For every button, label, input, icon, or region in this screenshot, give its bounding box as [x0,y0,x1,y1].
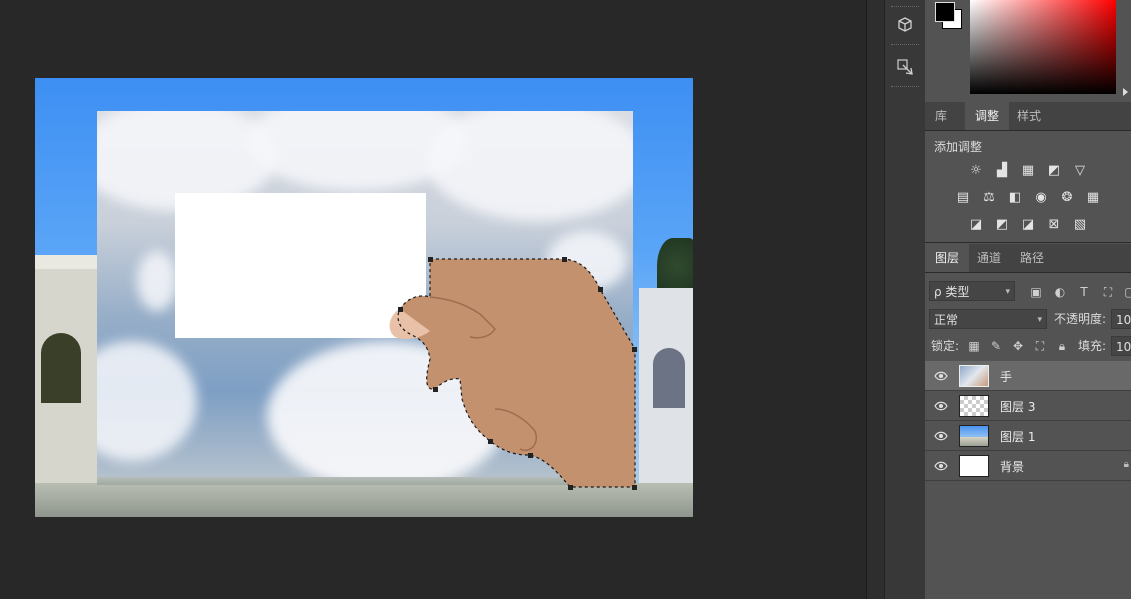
ground [35,483,693,517]
filter-type-icon[interactable]: T [1077,285,1091,299]
adjustments-row-3: ◪ ◩ ◪ ⊠ ▧ [925,215,1131,233]
filter-pixel-icon[interactable]: ▣ [1029,285,1043,299]
chevron-down-icon: ▾ [1037,315,1042,325]
levels-icon[interactable]: ▟ [993,161,1011,179]
layer-filter-label: ρ 类型 [934,285,970,299]
lock-icon: 🔒︎ [1123,459,1129,470]
fill-value: 100 [1116,340,1131,354]
dock-divider [891,44,919,47]
tab-channels[interactable]: 通道 [967,244,1011,272]
blend-mode-value: 正常 [934,313,959,327]
opacity-value: 100 [1116,313,1131,327]
color-panel [925,0,1131,102]
building-left [35,255,97,493]
adjustments-title: 添加调整 [934,140,983,154]
tab-styles[interactable]: 样式 [1007,102,1051,130]
threshold-icon[interactable]: ◪ [1019,215,1037,233]
hand-cutout [380,257,637,490]
layer-row[interactable]: 图层 3 [925,391,1131,421]
building-right [639,288,693,488]
lock-all-icon[interactable]: 🔒︎ [1055,339,1069,353]
workspace[interactable] [0,0,866,599]
right-panel: 库 调整 样式 添加调整 ☼ ▟ ▦ ◩ ▽ ▤ ⚖ ◧ ◉ ❂ ▦ ◪ ◩ ◪… [925,0,1131,599]
filter-smart-object-icon[interactable]: ▢ [1123,285,1131,299]
vibrance-icon[interactable]: ▽ [1071,161,1089,179]
lock-transparent-icon[interactable]: ▦ [967,339,981,353]
tab-paths[interactable]: 路径 [1010,244,1054,272]
exposure-icon[interactable]: ◩ [1045,161,1063,179]
curves-icon[interactable]: ▦ [1019,161,1037,179]
black-white-icon[interactable]: ◧ [1006,188,1024,206]
lock-label: 锁定: [931,339,960,353]
eye-icon[interactable] [934,399,948,413]
panel-dock [884,0,926,599]
layer-name: 图层 1 [1000,430,1036,444]
layer-thumbnail [959,455,989,477]
layers-tabbar: 图层 通道 路径 [925,244,1131,273]
eye-icon[interactable] [934,369,948,383]
collapsed-panel-strip [866,0,885,599]
layer-name: 手 [1000,370,1013,384]
document-canvas[interactable] [35,78,693,517]
filter-shape-icon[interactable]: ⛶ [1101,285,1115,299]
lock-image-icon[interactable]: ✎ [989,339,1003,353]
color-picker-field[interactable] [970,0,1116,94]
layer-row[interactable]: 背景 🔒︎ [925,451,1131,481]
layer-thumbnail [959,395,989,417]
3d-cube-icon[interactable] [891,12,919,38]
filter-adjustment-icon[interactable]: ◐ [1053,285,1067,299]
gradient-map-icon[interactable]: ▧ [1071,215,1089,233]
layer-name: 背景 [1000,460,1025,474]
layer-row[interactable]: 图层 1 [925,421,1131,451]
layer-name: 图层 3 [1000,400,1036,414]
layer-thumbnail [959,365,989,387]
channel-mixer-icon[interactable]: ❂ [1058,188,1076,206]
foreground-color-swatch[interactable] [935,2,955,22]
dock-divider [891,6,919,9]
adjustments-panel: 添加调整 ☼ ▟ ▦ ◩ ▽ ▤ ⚖ ◧ ◉ ❂ ▦ ◪ ◩ ◪ ⊠ ▧ [925,131,1131,243]
blend-mode-dropdown[interactable]: 正常 ▾ [929,309,1047,329]
hue-saturation-icon[interactable]: ▤ [954,188,972,206]
posterize-icon[interactable]: ◩ [993,215,1011,233]
color-lookup-icon[interactable]: ▦ [1084,188,1102,206]
adjustments-row-1: ☼ ▟ ▦ ◩ ▽ [925,161,1131,179]
fill-label: 填充: [1078,339,1107,353]
layers-panel: ρ 类型 ▾ ▣ ◐ T ⛶ ▢ 正常 ▾ 不透明度: 100 锁定: ▦ ✎ … [925,273,1131,599]
eye-icon[interactable] [934,459,948,473]
tab-library[interactable]: 库 [925,102,957,130]
tab-layers[interactable]: 图层 [925,244,970,272]
dock-divider [891,86,919,89]
lock-artboard-icon[interactable]: ⛶ [1033,339,1047,353]
color-balance-icon[interactable]: ⚖ [980,188,998,206]
hue-slider-handle-icon[interactable] [1123,88,1128,96]
photo-filter-icon[interactable]: ◉ [1032,188,1050,206]
layer-row[interactable]: 手 [925,361,1131,391]
tab-adjustments[interactable]: 调整 [965,102,1010,130]
opacity-field[interactable]: 100 [1111,309,1131,329]
chevron-down-icon: ▾ [1005,287,1010,297]
layer-thumbnail [959,425,989,447]
lock-position-icon[interactable]: ✥ [1011,339,1025,353]
brush-presets-icon[interactable] [891,54,919,80]
adjustments-row-2: ▤ ⚖ ◧ ◉ ❂ ▦ [925,188,1131,206]
brightness-icon[interactable]: ☼ [967,161,985,179]
fill-field[interactable]: 100 [1111,336,1131,356]
layer-filter-dropdown[interactable]: ρ 类型 ▾ [929,281,1015,301]
adjustments-tabbar: 库 调整 样式 [925,102,1131,131]
eye-icon[interactable] [934,429,948,443]
selective-color-icon[interactable]: ⊠ [1045,215,1063,233]
opacity-label: 不透明度: [1054,312,1107,326]
invert-icon[interactable]: ◪ [967,215,985,233]
